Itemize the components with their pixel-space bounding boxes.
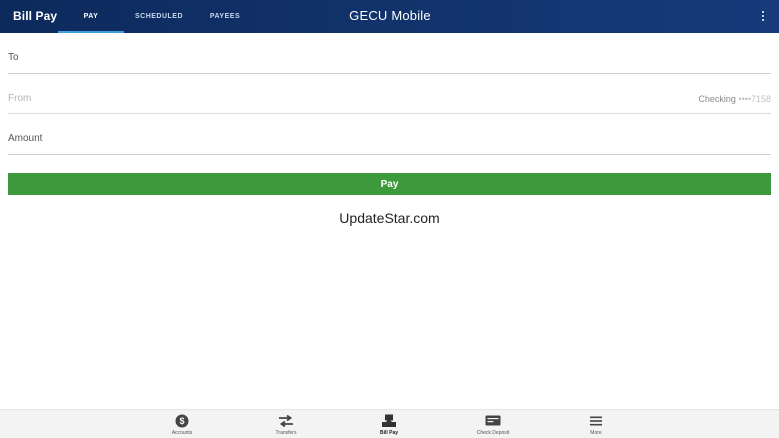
- nav-transfers[interactable]: Transfers: [256, 410, 316, 438]
- from-account-name: Checking: [698, 94, 736, 104]
- amount-label: Amount: [8, 133, 43, 144]
- check-deposit-icon: [485, 414, 501, 427]
- tab-pay[interactable]: PAY: [58, 0, 124, 33]
- more-options-button[interactable]: [755, 6, 771, 26]
- app-title: GECU Mobile: [349, 8, 431, 23]
- nav-bill-pay[interactable]: Bill Pay: [359, 410, 419, 438]
- nav-accounts-label: Accounts: [171, 430, 193, 436]
- nav-more-label: More: [590, 430, 602, 436]
- nav-check-deposit[interactable]: Check Deposit: [463, 410, 523, 438]
- from-label: From: [8, 93, 32, 104]
- bill-pay-icon: [381, 414, 397, 427]
- top-app-bar: Bill Pay PAY SCHEDULED PAYEES GECU Mobil…: [0, 0, 779, 33]
- watermark-text: UpdateStar.com: [339, 210, 440, 226]
- transfer-arrows-icon: [278, 414, 294, 427]
- tab-scheduled[interactable]: SCHEDULED: [124, 0, 194, 33]
- pay-button[interactable]: Pay: [8, 173, 771, 195]
- to-label: To: [8, 52, 19, 63]
- from-account-value: Checking ••••7158: [698, 94, 771, 104]
- tab-payees[interactable]: PAYEES: [196, 0, 254, 33]
- nav-transfers-label: Transfers: [275, 430, 297, 436]
- nav-check-deposit-label: Check Deposit: [476, 430, 510, 436]
- nav-more[interactable]: More: [566, 410, 626, 438]
- from-account-mask: ••••7158: [738, 94, 771, 104]
- nav-accounts[interactable]: $ Accounts: [152, 410, 212, 438]
- vertical-dots-icon: [762, 11, 764, 21]
- from-field[interactable]: From Checking ••••7158: [8, 88, 771, 114]
- menu-icon: [590, 414, 602, 427]
- bottom-navigation: $ Accounts Transfers Bill Pay Check Depo…: [0, 409, 779, 438]
- amount-field[interactable]: Amount: [8, 128, 771, 155]
- section-title: Bill Pay: [13, 9, 58, 23]
- to-field[interactable]: To: [8, 47, 771, 74]
- bill-pay-screen: Bill Pay PAY SCHEDULED PAYEES GECU Mobil…: [0, 0, 779, 438]
- nav-bill-pay-label: Bill Pay: [379, 430, 399, 436]
- svg-text:$: $: [179, 416, 184, 426]
- dollar-circle-icon: $: [175, 414, 189, 427]
